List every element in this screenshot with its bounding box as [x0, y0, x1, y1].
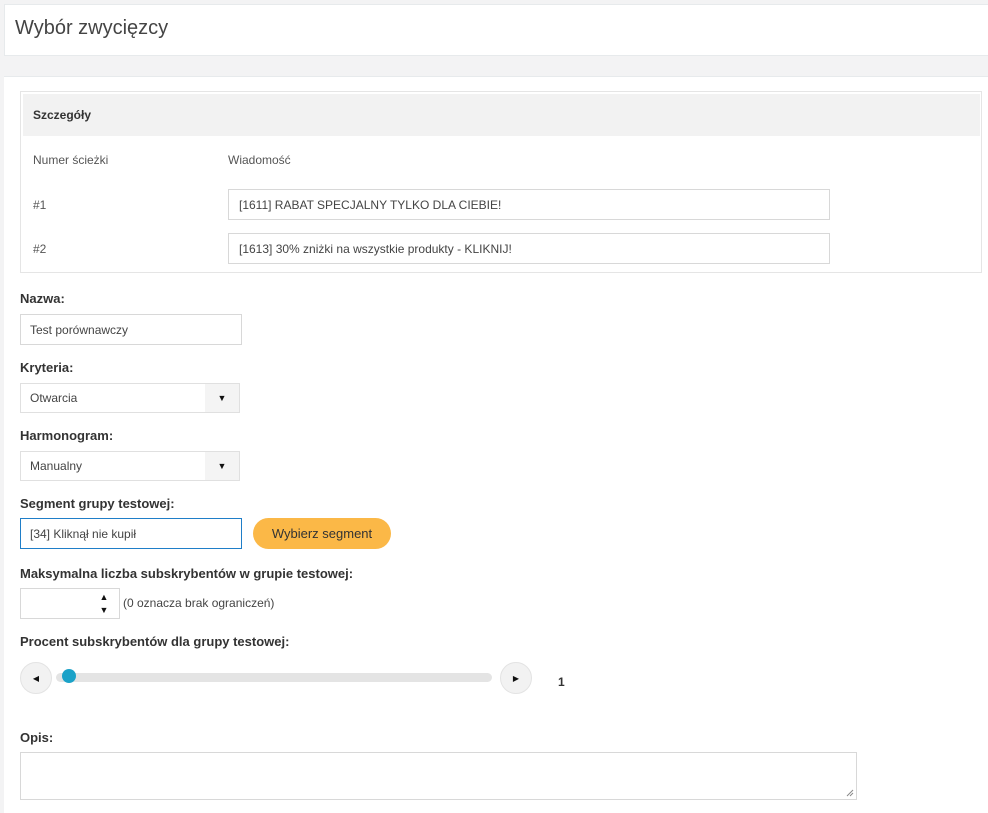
name-input[interactable]: Test porównawczy [20, 314, 242, 345]
triangle-down-icon[interactable]: ▼ [205, 452, 239, 480]
page-header: Wybór zwycięzcy [4, 4, 988, 56]
schedule-select[interactable]: Manualny ▼ [20, 451, 240, 481]
track-number: #1 [33, 198, 47, 212]
page-title: Wybór zwycięzcy [15, 17, 169, 39]
triangle-left-icon: ◀ [32, 673, 40, 683]
description-label: Opis: [20, 730, 54, 745]
segment-label: Segment grupy testowej: [20, 496, 175, 511]
criteria-select[interactable]: Otwarcia ▼ [20, 383, 240, 413]
triangle-right-icon: ▶ [512, 673, 520, 683]
percent-label: Procent subskrybentów dla grupy testowej… [20, 634, 290, 649]
track-number: #2 [33, 242, 47, 256]
resize-grip-icon[interactable] [846, 789, 854, 797]
choose-segment-button[interactable]: Wybierz segment [253, 518, 391, 549]
triangle-down-icon[interactable]: ▼ [205, 384, 239, 412]
description-textarea[interactable] [20, 752, 857, 800]
triangle-up-icon[interactable]: ▲ [97, 590, 111, 604]
slider-next-button[interactable]: ▶ [500, 662, 532, 694]
column-header-track: Numer ścieżki [33, 153, 109, 167]
percent-slider-track[interactable] [56, 673, 492, 682]
max-subscribers-stepper[interactable]: ▲ ▼ [20, 588, 120, 619]
triangle-down-icon[interactable]: ▼ [97, 603, 111, 617]
details-heading: Szczegóły [33, 108, 92, 122]
schedule-value: Manualny [30, 459, 83, 473]
details-header: Szczegóły [23, 94, 980, 136]
column-header-message: Wiadomość [228, 153, 291, 167]
slider-prev-button[interactable]: ◀ [20, 662, 52, 694]
segment-input[interactable]: [34] Kliknął nie kupił [20, 518, 242, 549]
criteria-label: Kryteria: [20, 360, 74, 375]
percent-value: 1 [558, 675, 565, 689]
criteria-value: Otwarcia [30, 391, 78, 405]
details-table: Szczegóły Numer ścieżki Wiadomość #1 [16… [20, 91, 982, 273]
max-subscribers-hint: (0 oznacza brak ograniczeń) [123, 596, 275, 610]
form-panel: Szczegóły Numer ścieżki Wiadomość #1 [16… [4, 76, 988, 813]
max-subscribers-label: Maksymalna liczba subskrybentów w grupie… [20, 566, 354, 581]
name-label: Nazwa: [20, 291, 65, 306]
message-field[interactable]: [1611] RABAT SPECJALNY TYLKO DLA CIEBIE! [228, 189, 830, 220]
schedule-label: Harmonogram: [20, 428, 114, 443]
message-field[interactable]: [1613] 30% zniżki na wszystkie produkty … [228, 233, 830, 264]
